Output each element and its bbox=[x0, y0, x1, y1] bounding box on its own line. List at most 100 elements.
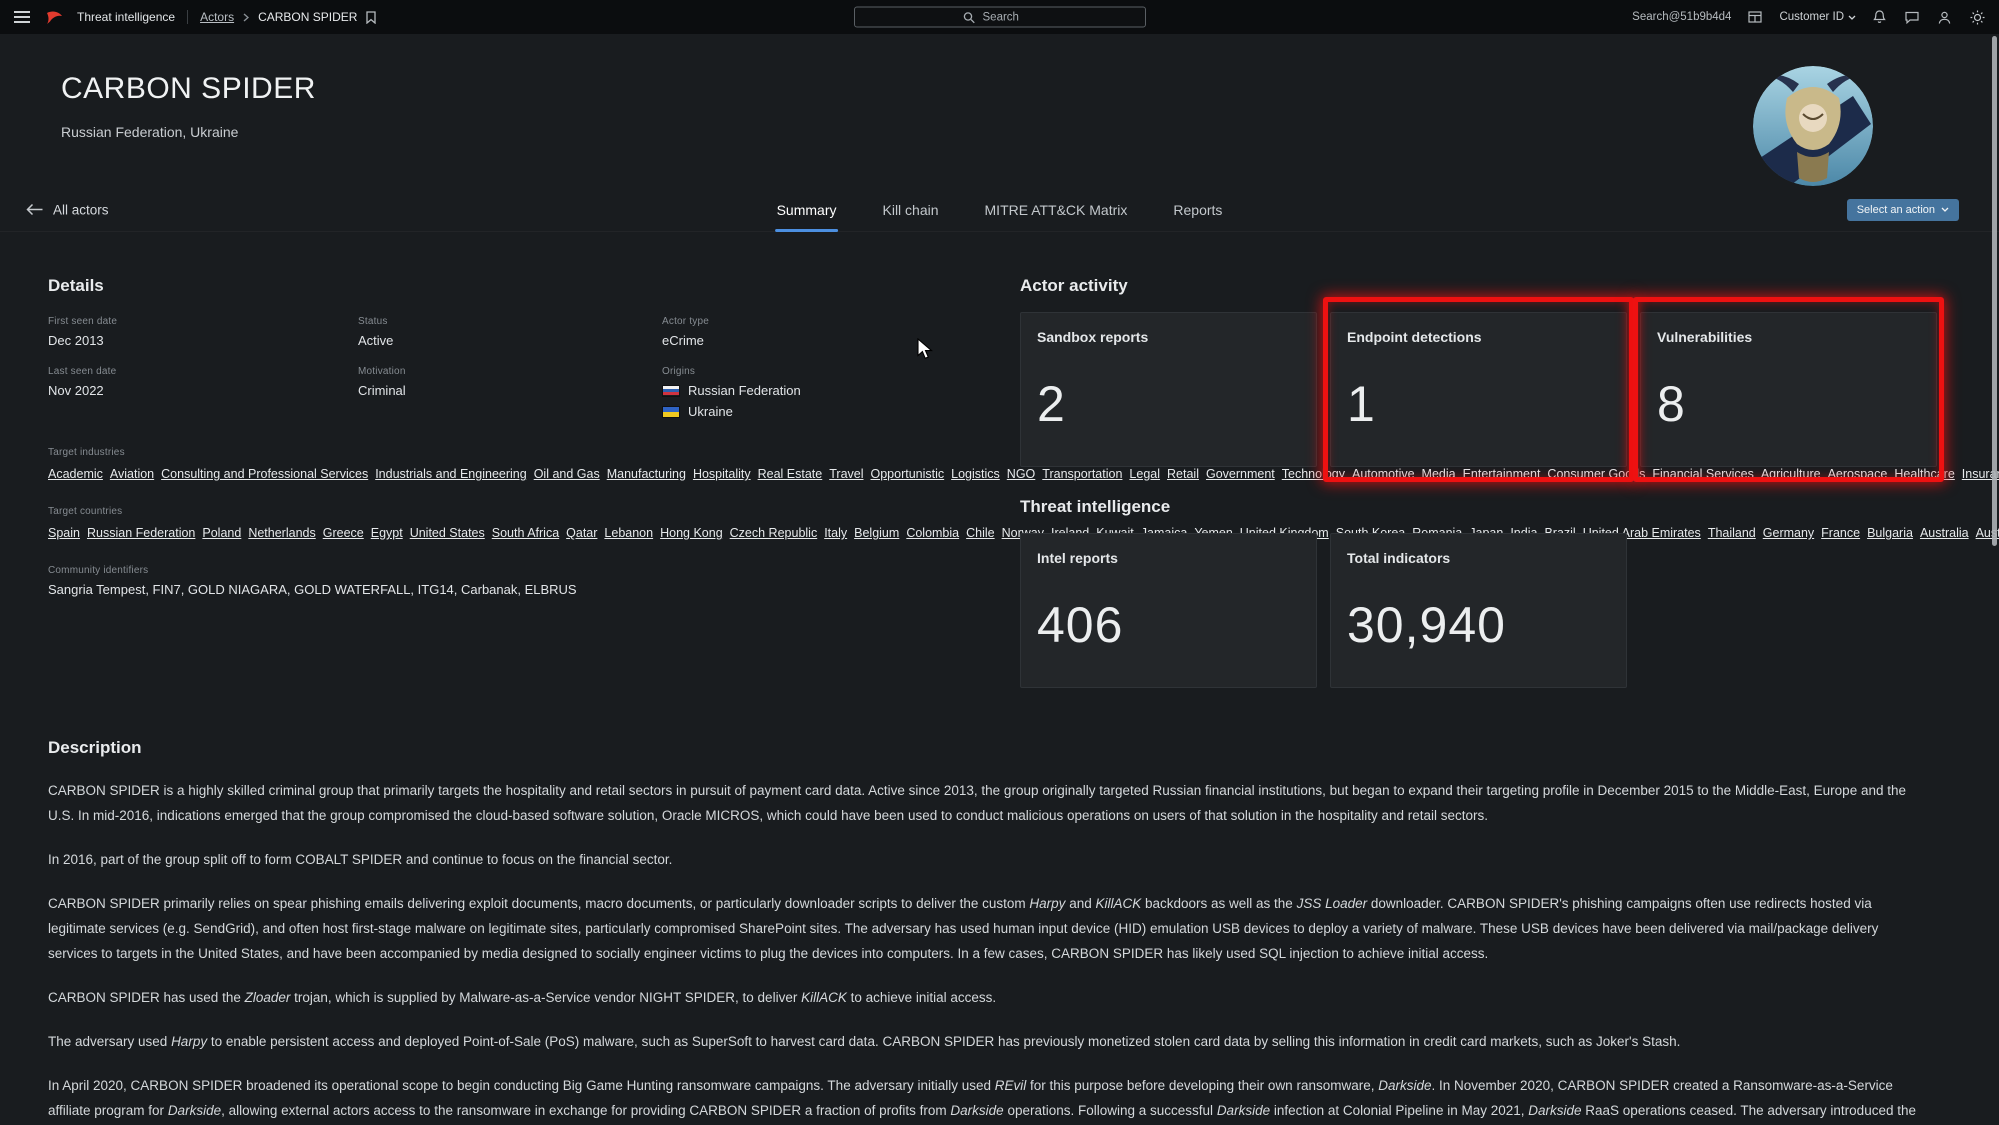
topbar-divider bbox=[187, 10, 188, 24]
field-motivation: Motivation Criminal bbox=[358, 366, 662, 425]
country-link-lebanon[interactable]: Lebanon bbox=[604, 526, 653, 540]
community-identifiers-label: Community identifiers bbox=[48, 565, 998, 576]
industry-link-hospitality[interactable]: Hospitality bbox=[693, 467, 751, 481]
field-origins: Origins Russian Federation Ukraine bbox=[662, 366, 998, 425]
stat-card-title: Total indicators bbox=[1347, 550, 1610, 566]
app-title: Threat intelligence bbox=[77, 10, 175, 24]
origin-name: Russian Federation bbox=[688, 383, 801, 398]
country-link-egypt[interactable]: Egypt bbox=[371, 526, 403, 540]
target-industries-list: Academic Aviation Consulting and Professio… bbox=[48, 464, 970, 484]
theme-toggle-sun-icon[interactable] bbox=[1968, 8, 1987, 27]
threat-intelligence-cards: Intel reports406Total indicators30,940 bbox=[1020, 533, 1939, 688]
field-actor-type: Actor type eCrime bbox=[662, 316, 998, 348]
status-value: Active bbox=[358, 333, 662, 348]
country-link-poland[interactable]: Poland bbox=[202, 526, 241, 540]
industry-link-oil-and-gas[interactable]: Oil and Gas bbox=[534, 467, 600, 481]
select-action-label: Select an action bbox=[1857, 204, 1935, 216]
global-search[interactable] bbox=[854, 7, 1146, 28]
origin-item: Ukraine bbox=[662, 404, 998, 419]
stat-card-value: 406 bbox=[1037, 596, 1300, 654]
origin-item: Russian Federation bbox=[662, 383, 998, 398]
country-link-greece[interactable]: Greece bbox=[323, 526, 364, 540]
chevron-down-icon bbox=[1941, 207, 1949, 212]
description-paragraph: CARBON SPIDER is a highly skilled crimin… bbox=[48, 778, 1925, 828]
threat-intelligence-heading: Threat intelligence bbox=[1020, 497, 1939, 517]
origin-name: Ukraine bbox=[688, 404, 733, 419]
industry-link-industrials-and-engineering[interactable]: Industrials and Engineering bbox=[375, 467, 527, 481]
account-id: Search@51b9b4d4 bbox=[1632, 11, 1731, 23]
page-title: CARBON SPIDER bbox=[61, 72, 316, 106]
app-screen: Threat intelligence Actors CARBON SPIDER… bbox=[0, 0, 1999, 1125]
field-value: Criminal bbox=[358, 383, 662, 398]
stat-card-title: Endpoint detections bbox=[1347, 329, 1610, 345]
description-paragraph: In April 2020, CARBON SPIDER broadened i… bbox=[48, 1073, 1925, 1125]
scrollbar-thumb[interactable] bbox=[1992, 36, 1997, 546]
community-identifiers-value: Sangria Tempest, FIN7, GOLD NIAGARA, GOL… bbox=[48, 582, 998, 597]
country-link-czech-republic[interactable]: Czech Republic bbox=[730, 526, 818, 540]
country-link-chile[interactable]: Chile bbox=[966, 526, 995, 540]
stat-card-endpoint-detections[interactable]: Endpoint detections1 bbox=[1330, 312, 1627, 467]
stat-card-total-indicators[interactable]: Total indicators30,940 bbox=[1330, 533, 1627, 688]
tab-mitre-att-ck-matrix[interactable]: MITRE ATT&CK Matrix bbox=[983, 191, 1130, 232]
stat-card-title: Sandbox reports bbox=[1037, 329, 1300, 345]
field-label: Actor type bbox=[662, 316, 998, 327]
breadcrumb-chevron-icon bbox=[241, 11, 251, 24]
industry-link-real-estate[interactable]: Real Estate bbox=[758, 467, 823, 481]
search-icon bbox=[961, 9, 977, 25]
stat-card-intel-reports[interactable]: Intel reports406 bbox=[1020, 533, 1317, 688]
country-link-italy[interactable]: Italy bbox=[824, 526, 847, 540]
country-link-belgium[interactable]: Belgium bbox=[854, 526, 899, 540]
stat-card-vulnerabilities[interactable]: Vulnerabilities8 bbox=[1640, 312, 1937, 467]
field-value: Nov 2022 bbox=[48, 383, 358, 398]
country-link-colombia[interactable]: Colombia bbox=[906, 526, 959, 540]
country-link-netherlands[interactable]: Netherlands bbox=[248, 526, 315, 540]
customer-id-dropdown[interactable]: Customer ID bbox=[1779, 11, 1856, 23]
industry-link-travel[interactable]: Travel bbox=[829, 467, 863, 481]
page-subtitle: Russian Federation, Ukraine bbox=[61, 124, 238, 140]
details-section: Details First seen date Dec 2013 Status … bbox=[48, 276, 998, 597]
industry-link-consulting-and-professional-services[interactable]: Consulting and Professional Services bbox=[161, 467, 368, 481]
top-bar: Threat intelligence Actors CARBON SPIDER… bbox=[0, 0, 1999, 34]
bookmark-icon[interactable] bbox=[364, 9, 378, 26]
description-heading: Description bbox=[48, 738, 1925, 758]
country-link-russian-federation[interactable]: Russian Federation bbox=[87, 526, 195, 540]
target-industries-label: Target industries bbox=[48, 447, 998, 458]
field-first-seen: First seen date Dec 2013 bbox=[48, 316, 358, 348]
user-profile-icon[interactable] bbox=[1936, 9, 1953, 26]
tab-reports[interactable]: Reports bbox=[1171, 191, 1224, 232]
target-countries-list: Spain Russian Federation Poland Netherlands… bbox=[48, 523, 970, 543]
tab-summary[interactable]: Summary bbox=[775, 191, 839, 232]
actor-avatar-image bbox=[1753, 66, 1873, 186]
country-link-south-africa[interactable]: South Africa bbox=[492, 526, 559, 540]
industry-link-logistics[interactable]: Logistics bbox=[951, 467, 1000, 481]
flag-icon bbox=[662, 385, 680, 397]
notifications-bell-icon[interactable] bbox=[1871, 8, 1888, 26]
select-action-button[interactable]: Select an action bbox=[1847, 199, 1959, 221]
industry-link-opportunistic[interactable]: Opportunistic bbox=[871, 467, 945, 481]
country-link-united-states[interactable]: United States bbox=[410, 526, 485, 540]
actor-activity-cards: Sandbox reports 2 Endpoint detections1Vuln… bbox=[1020, 312, 1939, 467]
actor-activity-section: Actor activity Sandbox reports2Endpoint … bbox=[1020, 276, 1939, 688]
breadcrumb-actors-link[interactable]: Actors bbox=[200, 10, 234, 24]
country-link-spain[interactable]: Spain bbox=[48, 526, 80, 540]
messages-icon[interactable] bbox=[1903, 9, 1921, 26]
chevron-down-icon bbox=[1848, 15, 1856, 20]
industry-link-aviation[interactable]: Aviation bbox=[110, 467, 154, 481]
breadcrumb: Actors CARBON SPIDER bbox=[200, 9, 378, 26]
tab-kill-chain[interactable]: Kill chain bbox=[880, 191, 940, 232]
field-label: Status bbox=[358, 316, 662, 327]
description-section: Description CARBON SPIDER is a highly sk… bbox=[48, 738, 1925, 1125]
apps-grid-icon[interactable] bbox=[1746, 9, 1764, 25]
field-label: Origins bbox=[662, 366, 998, 377]
search-input[interactable] bbox=[983, 11, 1039, 23]
stat-card-value: 2 bbox=[1037, 375, 1300, 433]
stat-card-sandbox-reports[interactable]: Sandbox reports 2 bbox=[1020, 312, 1317, 467]
industry-link-manufacturing[interactable]: Manufacturing bbox=[607, 467, 686, 481]
description-paragraph: CARBON SPIDER primarily relies on spear … bbox=[48, 891, 1925, 966]
description-paragraph: The adversary used Harpy to enable persi… bbox=[48, 1029, 1925, 1054]
back-to-all-actors[interactable]: All actors bbox=[26, 202, 109, 217]
hamburger-menu-button[interactable] bbox=[12, 9, 32, 25]
country-link-qatar[interactable]: Qatar bbox=[566, 526, 597, 540]
industry-link-academic[interactable]: Academic bbox=[48, 467, 103, 481]
country-link-hong-kong[interactable]: Hong Kong bbox=[660, 526, 723, 540]
